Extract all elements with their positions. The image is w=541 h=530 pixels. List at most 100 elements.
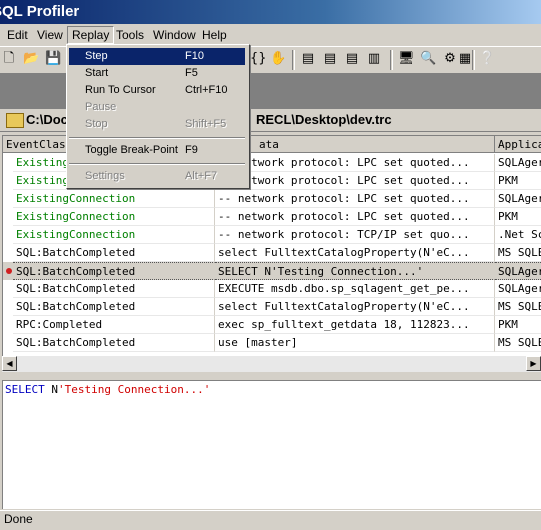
align-left-icon[interactable]: ▤ (300, 51, 316, 67)
table-row[interactable]: ExistingConnection -- network protocol: L… (3, 208, 541, 226)
cell-textdata: -- network protocol: TCP/IP set quo... (215, 226, 495, 244)
table-row[interactable]: ExistingConnection -- network protocol: T… (3, 226, 541, 244)
cell-application: SQLAger (495, 262, 541, 280)
copy-icon[interactable]: ▥ (366, 51, 382, 67)
menu-item-toggle-break-point[interactable]: Toggle Break-Point F9 (69, 142, 245, 159)
menu-bar: Edit View Replay Tools Window Help (0, 25, 541, 45)
scroll-right-button[interactable]: ▶ (526, 356, 541, 371)
cell-eventclass: SQL:BatchCompleted (13, 334, 215, 352)
sql-string: 'Testing Connection...' (58, 383, 211, 396)
sql-prefix: N (44, 383, 58, 396)
menu-item-label: Stop (85, 118, 108, 130)
menu-item-shortcut: F5 (185, 67, 198, 79)
menu-edit[interactable]: Edit (7, 27, 28, 43)
menu-item-shortcut: Shift+F5 (185, 118, 227, 130)
breakpoint-icon (6, 268, 12, 274)
scroll-icon[interactable]: ▦ (457, 51, 473, 67)
table-row[interactable]: SQL:BatchCompleted use [master] MS SQLE (3, 334, 541, 352)
status-bar: Done (0, 510, 541, 530)
menu-item-label: Step (85, 50, 108, 62)
cell-textdata: exec sp_fulltext_getdata 18, 112823... (215, 316, 495, 334)
align-center-icon[interactable]: ▤ (322, 51, 338, 67)
folder-icon (6, 113, 24, 128)
menu-item-shortcut: Alt+F7 (185, 170, 218, 182)
menu-separator (69, 163, 245, 165)
menu-item-label: Run To Cursor (85, 84, 156, 96)
cell-application: SQLAger (495, 190, 541, 208)
menu-window[interactable]: Window (153, 27, 196, 43)
table-row[interactable]: ExistingConnection -- network protocol: L… (3, 190, 541, 208)
menu-item-label: Toggle Break-Point (85, 144, 178, 156)
settings-icon[interactable]: ⚙ (442, 51, 458, 67)
menu-help[interactable]: Help (202, 27, 227, 43)
cell-eventclass: SQL:BatchCompleted (13, 280, 215, 298)
cell-application: MS SQLE (495, 334, 541, 352)
document-title-right: RECL\Desktop\dev.trc (256, 112, 392, 127)
cell-eventclass: ExistingConnection (13, 226, 215, 244)
cell-eventclass: ExistingConnection (13, 190, 215, 208)
table-row[interactable]: SQL:BatchCompleted SELECT N'Testing Conne… (3, 262, 541, 280)
replay-menu-dropdown: Step F10 Start F5 Run To Cursor Ctrl+F10 Pause… (66, 44, 250, 189)
cell-application: .Net Sc (495, 226, 541, 244)
sql-text-pane[interactable]: SELECT N'Testing Connection...' (2, 380, 541, 509)
cell-eventclass: ExistingConnection (13, 208, 215, 226)
title-bar: SQL Profiler (0, 0, 541, 24)
cell-application: SQLAger (495, 280, 541, 298)
cell-eventclass: SQL:BatchCompleted (13, 244, 215, 262)
cell-eventclass: SQL:BatchCompleted (13, 262, 215, 280)
cell-textdata: -- network protocol: LPC set quoted... (215, 154, 495, 172)
toolbar-separator (292, 50, 295, 70)
cell-textdata: -- network protocol: LPC set quoted... (215, 172, 495, 190)
table-row[interactable]: SQL:BatchCompleted select FulltextCatalog… (3, 244, 541, 262)
menu-item-start[interactable]: Start F5 (69, 65, 245, 82)
menu-item-label: Settings (85, 170, 125, 182)
menu-separator (69, 137, 245, 139)
cell-application: SQLAger (495, 154, 541, 172)
sql-text-line: SELECT N'Testing Connection...' (5, 383, 210, 396)
menu-tools[interactable]: Tools (116, 27, 144, 43)
cell-eventclass: RPC:Completed (13, 316, 215, 334)
pane-splitter[interactable] (0, 372, 541, 380)
menu-item-run-to-cursor[interactable]: Run To Cursor Ctrl+F10 (69, 82, 245, 99)
save-icon[interactable]: 💾 (45, 51, 61, 67)
align-right-icon[interactable]: ▤ (344, 51, 360, 67)
cell-textdata: use [master] (215, 334, 495, 352)
menu-item-label: Pause (85, 101, 117, 113)
cell-application: MS SQLE (495, 244, 541, 262)
sql-keyword: SELECT (5, 383, 45, 396)
menu-replay[interactable]: Replay (67, 26, 115, 44)
menu-item-shortcut: F10 (185, 50, 204, 62)
cell-textdata: EXECUTE msdb.dbo.sp_sqlagent_get_pe... (215, 280, 495, 298)
pan-icon[interactable]: ✋ (270, 51, 286, 67)
column-header-textdata[interactable]: ata (215, 136, 495, 153)
help-icon[interactable]: ❔ (479, 51, 495, 67)
menu-item-settings: Settings Alt+F7 (69, 168, 245, 185)
menu-item-step[interactable]: Step F10 (69, 48, 245, 65)
table-row[interactable]: SQL:BatchCompleted EXECUTE msdb.dbo.sp_sq… (3, 280, 541, 298)
window-title: SQL Profiler (0, 3, 80, 20)
cell-textdata: -- network protocol: LPC set quoted... (215, 190, 495, 208)
menu-item-pause: Pause (69, 99, 245, 116)
horizontal-scrollbar[interactable]: ◀ ▶ (2, 356, 541, 372)
menu-item-stop: Stop Shift+F5 (69, 116, 245, 133)
cell-application: PKM (495, 172, 541, 190)
table-row[interactable]: SQL:BatchCompleted select FulltextCatalog… (3, 298, 541, 316)
cell-textdata: -- network protocol: LPC set quoted... (215, 208, 495, 226)
menu-view[interactable]: View (37, 27, 63, 43)
cell-eventclass: SQL:BatchCompleted (13, 298, 215, 316)
table-row[interactable]: RPC:Completed exec sp_fulltext_getdata 18… (3, 316, 541, 334)
cell-application: PKM (495, 316, 541, 334)
status-text: Done (4, 512, 33, 526)
cell-application: PKM (495, 208, 541, 226)
toolbar-separator (390, 50, 393, 70)
column-header-application[interactable]: Applica (495, 136, 541, 153)
new-trace-icon[interactable]: 🗋 (1, 51, 17, 67)
run-icon[interactable]: 🖥 (398, 51, 415, 67)
debug-icon[interactable]: 🔍 (420, 51, 436, 67)
menu-item-shortcut: F9 (185, 144, 198, 156)
cell-textdata: select FulltextCatalogProperty(N'eC... (215, 244, 495, 262)
cell-application: MS SQLE (495, 298, 541, 316)
properties-icon[interactable]: {} (250, 51, 267, 67)
scroll-left-button[interactable]: ◀ (2, 356, 17, 371)
open-icon[interactable]: 📂 (23, 51, 39, 67)
